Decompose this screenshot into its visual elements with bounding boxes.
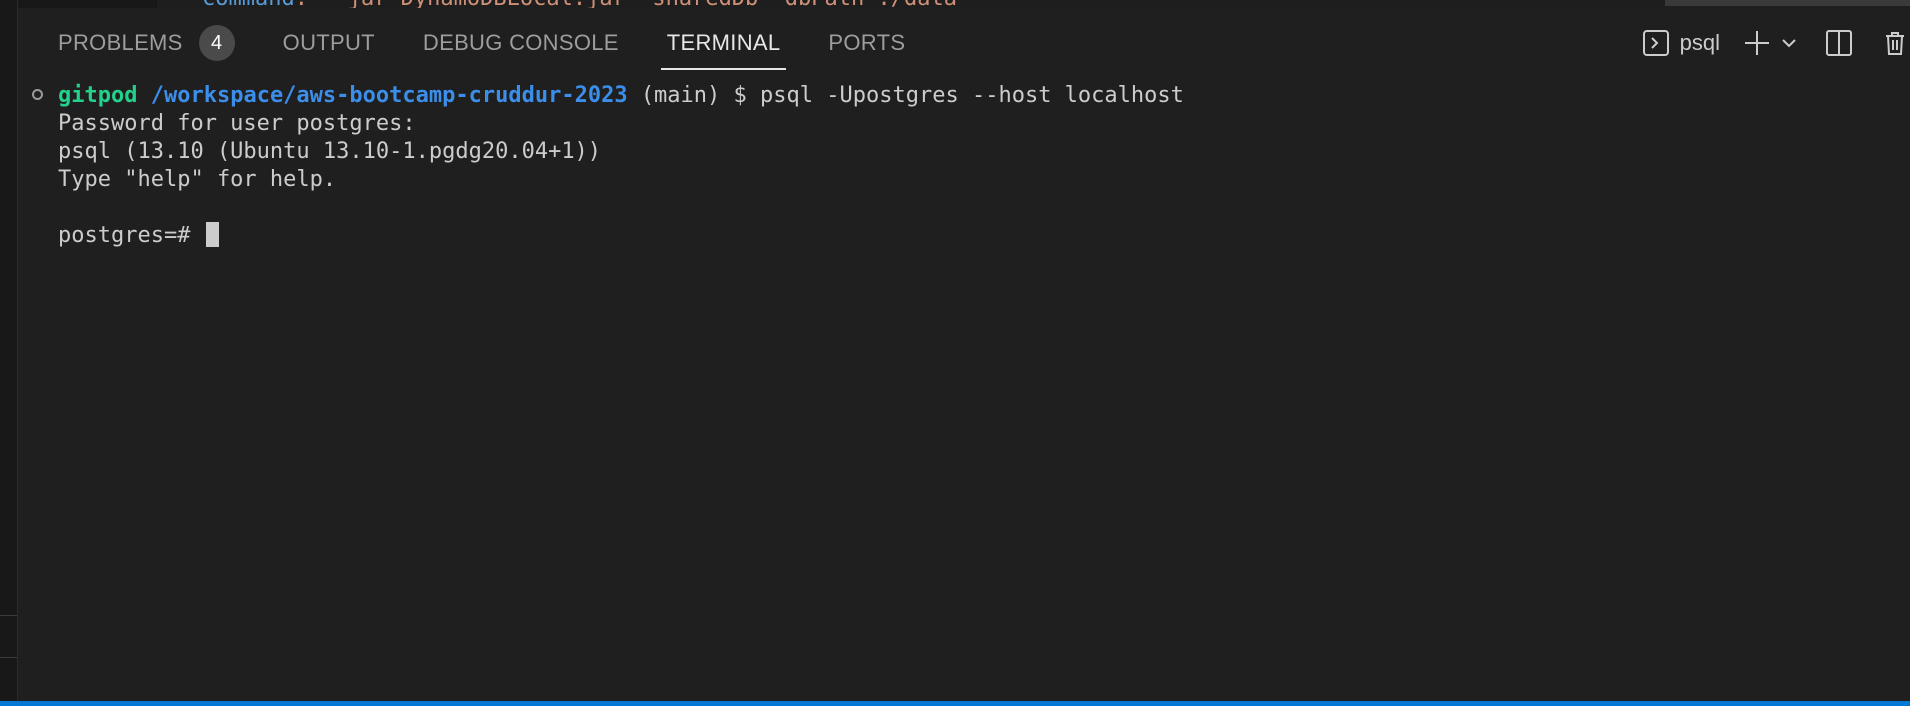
prompt-path: /workspace/aws-bootcamp-cruddur-2023 [150,83,628,108]
tab-label: TERMINAL [666,30,781,55]
editor-area-remnant: command: "-jar DynamoDBLocal.jar -shared… [0,0,1910,8]
terminal-cursor [205,222,219,247]
status-bar-edge [0,701,1910,706]
command-decoration-icon[interactable] [32,89,43,100]
terminal-name: psql [1679,30,1720,55]
terminal-line-current-prompt: postgres=# [58,222,219,250]
tab-terminal[interactable]: TERMINAL [643,8,805,78]
editor-code-line: command: "-jar DynamoDBLocal.jar -shared… [202,0,970,8]
terminal-profiles-dropdown[interactable] [1772,8,1824,78]
activity-divider [0,615,17,616]
code-key: command [202,0,295,8]
prompt-branch: (main) [640,83,721,108]
plus-icon [1745,31,1769,55]
current-prompt: postgres=# [58,223,204,248]
split-terminal-button[interactable] [1824,8,1854,78]
prompt-symbol: $ [733,83,747,108]
tab-debug-console[interactable]: DEBUG CONSOLE [399,8,643,78]
kill-terminal-button[interactable] [1880,8,1910,78]
terminal-line-prompt: gitpod /workspace/aws-bootcamp-cruddur-2… [58,82,1184,110]
code-value: : "-jar DynamoDBLocal.jar -sharedDb -dbP… [295,0,971,8]
terminal-line: Type "help" for help. [58,167,337,192]
vscode-panel-window: command: "-jar DynamoDBLocal.jar -shared… [0,0,1910,706]
split-terminal-icon [1826,30,1852,56]
tab-label: PORTS [828,30,906,55]
tab-ports[interactable]: PORTS [804,8,929,78]
terminal-output[interactable]: gitpod /workspace/aws-bootcamp-cruddur-2… [18,80,1910,698]
tab-label: DEBUG CONSOLE [422,30,619,55]
tab-label: OUTPUT [282,30,375,55]
terminal-selector[interactable]: psql [1642,8,1742,78]
terminal-line: Password for user postgres: [58,111,416,136]
terminal-toolbar: psql [1642,8,1910,78]
terminal-icon [1642,30,1669,56]
tab-problems[interactable]: PROBLEMS 4 [18,8,259,78]
tab-label: PROBLEMS [58,30,183,55]
terminal-line: psql (13.10 (Ubuntu 13.10-1.pgdg20.04+1)… [58,139,602,164]
editor-scrollbar[interactable] [1665,0,1910,6]
activity-divider [0,657,17,658]
activity-bar-edge [0,0,18,706]
panel-tabs: PROBLEMS 4 OUTPUT DEBUG CONSOLE TERMINAL… [18,8,1910,78]
new-terminal-button[interactable] [1742,8,1772,78]
editor-gutter [0,0,157,8]
tab-output[interactable]: OUTPUT [259,8,399,78]
prompt-user: gitpod [58,83,138,108]
chevron-down-icon [1782,39,1796,48]
terminal-command: psql -Upostgres --host localhost [760,83,1184,108]
trash-icon [1886,32,1904,55]
problems-count-badge: 4 [198,25,235,61]
